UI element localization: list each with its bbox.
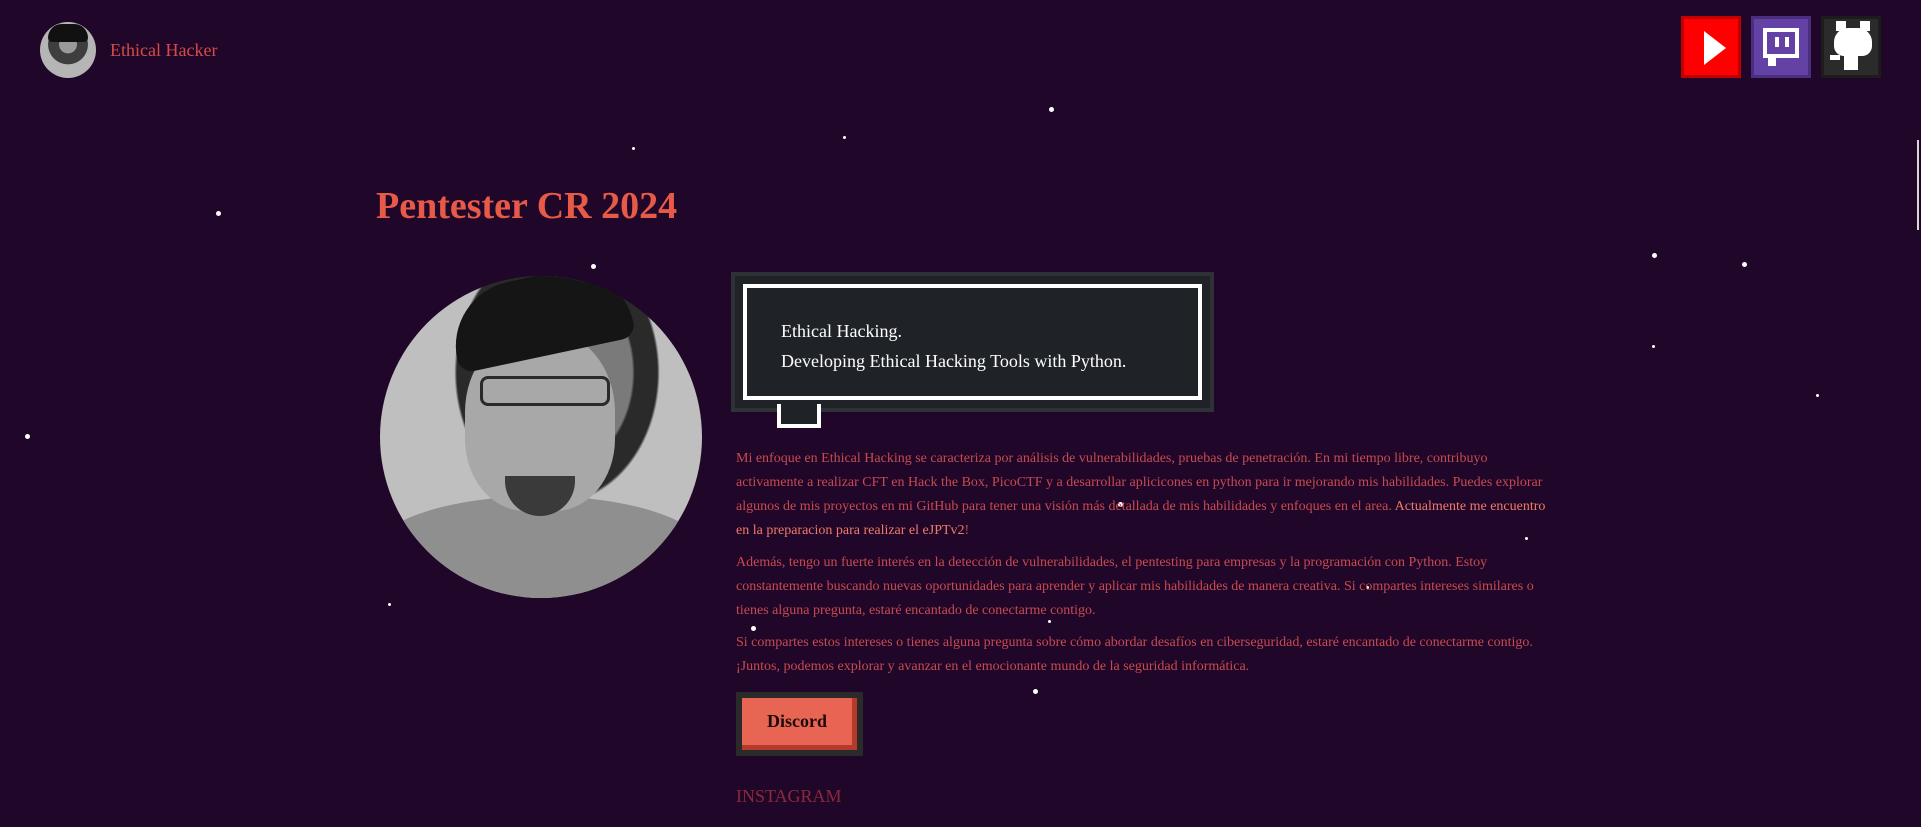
star — [843, 136, 846, 139]
page-title: Pentester CR 2024 — [376, 185, 678, 227]
brand-name: Ethical Hacker — [110, 39, 218, 60]
speech-bubble: Ethical Hacking. Developing Ethical Hack… — [731, 272, 1214, 428]
star — [1742, 262, 1747, 267]
star — [1816, 394, 1819, 397]
youtube-icon — [1704, 31, 1726, 65]
star — [1652, 253, 1657, 258]
github-link[interactable] — [1821, 16, 1881, 78]
discord-button[interactable]: Discord — [742, 698, 857, 750]
star — [25, 434, 30, 439]
bio-text: ! — [964, 523, 970, 538]
star — [632, 147, 635, 150]
bio-paragraph: Si compartes estos intereses o tienes al… — [736, 635, 1533, 674]
bio-section: Mi enfoque en Ethical Hacking se caracte… — [736, 447, 1546, 687]
speech-line: Ethical Hacking. — [781, 321, 902, 341]
bio-paragraph: Además, tengo un fuerte interés en la de… — [736, 555, 1534, 618]
scrollbar[interactable] — [1917, 140, 1919, 230]
discord-button-frame: Discord — [736, 692, 863, 756]
profile-photo — [380, 276, 702, 598]
star — [1049, 107, 1054, 112]
speech-line: Developing Ethical Hacking Tools with Py… — [781, 351, 1127, 371]
instagram-link[interactable]: INSTAGRAM — [736, 786, 842, 807]
page: Ethical Hacker Pentester CR 2024 Ethical… — [0, 0, 1921, 827]
star — [1033, 689, 1038, 694]
twitch-link[interactable] — [1751, 16, 1811, 78]
brand-link[interactable]: Ethical Hacker — [40, 22, 217, 78]
avatar — [40, 22, 96, 78]
star — [388, 603, 391, 606]
star — [591, 264, 596, 269]
star — [1652, 345, 1655, 348]
star — [216, 211, 221, 216]
youtube-link[interactable] — [1681, 16, 1741, 78]
bio-paragraph: Mi enfoque en Ethical Hacking se caracte… — [736, 447, 1546, 543]
